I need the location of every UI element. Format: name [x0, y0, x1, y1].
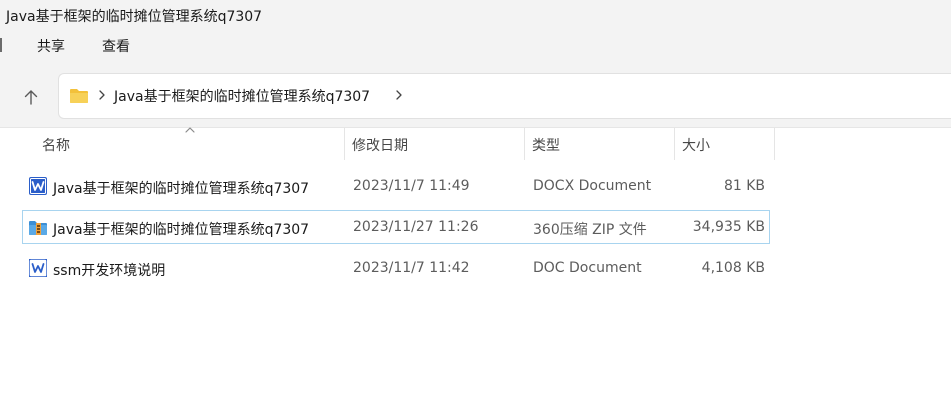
- ribbon-edge-marker: [0, 38, 2, 52]
- sort-ascending-icon: [185, 127, 195, 133]
- column-divider[interactable]: [774, 128, 775, 160]
- tab-view[interactable]: 查看: [102, 36, 130, 56]
- column-header-date[interactable]: 修改日期: [352, 135, 408, 155]
- file-name: Java基于框架的临时摊位管理系统q7307: [53, 222, 310, 238]
- up-button[interactable]: [14, 80, 48, 114]
- arrow-up-icon: [24, 90, 38, 105]
- navigation-bar: Java基于框架的临时摊位管理系统q7307: [0, 64, 951, 128]
- file-size: 4,108 KB: [701, 260, 765, 276]
- word-doc-icon: [29, 259, 47, 277]
- chevron-right-icon[interactable]: [97, 89, 107, 101]
- column-header-row: 名称 修改日期 类型 大小: [0, 127, 951, 160]
- breadcrumb-current-folder[interactable]: Java基于框架的临时摊位管理系统q7307: [114, 86, 370, 106]
- file-date: 2023/11/7 11:49: [353, 178, 470, 194]
- file-row[interactable]: Java基于框架的临时摊位管理系统q7307 2023/11/7 11:49 D…: [22, 169, 770, 203]
- file-type: DOC Document: [533, 260, 642, 276]
- word-doc-icon: [29, 177, 47, 195]
- column-divider[interactable]: [344, 128, 345, 160]
- address-bar[interactable]: Java基于框架的临时摊位管理系统q7307: [58, 73, 951, 119]
- column-header-name[interactable]: 名称: [42, 135, 70, 155]
- column-divider[interactable]: [524, 128, 525, 160]
- zip-archive-icon: [29, 221, 47, 235]
- tab-share[interactable]: 共享: [37, 36, 65, 56]
- window-title: Java基于框架的临时摊位管理系统q7307: [6, 9, 263, 25]
- file-date: 2023/11/27 11:26: [353, 219, 479, 235]
- chevron-right-icon[interactable]: [394, 89, 404, 101]
- title-bar: Java基于框架的临时摊位管理系统q7307: [0, 0, 951, 30]
- file-size: 34,935 KB: [692, 219, 765, 235]
- column-header-size[interactable]: 大小: [682, 135, 710, 155]
- file-row-selected[interactable]: Java基于框架的临时摊位管理系统q7307 2023/11/27 11:26 …: [22, 210, 770, 244]
- file-size: 81 KB: [723, 178, 765, 194]
- file-type: 360压缩 ZIP 文件: [533, 222, 647, 238]
- file-date: 2023/11/7 11:42: [353, 260, 470, 276]
- folder-icon: [70, 89, 88, 103]
- file-row[interactable]: ssm开发环境说明 2023/11/7 11:42 DOC Document 4…: [22, 251, 770, 285]
- file-name: Java基于框架的临时摊位管理系统q7307: [53, 181, 310, 197]
- column-header-type[interactable]: 类型: [532, 135, 560, 155]
- file-type: DOCX Document: [533, 178, 652, 194]
- ribbon-bar: 共享 查看: [0, 30, 951, 64]
- column-divider[interactable]: [674, 128, 675, 160]
- file-name: ssm开发环境说明: [53, 263, 166, 279]
